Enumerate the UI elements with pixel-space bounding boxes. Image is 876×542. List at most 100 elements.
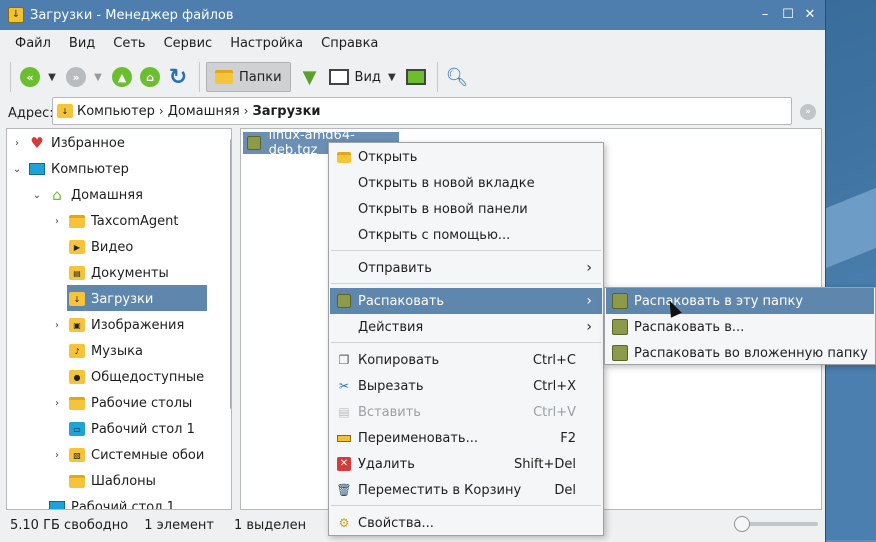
view-mode-dropdown[interactable]: ▼ xyxy=(385,62,399,92)
menu-cut-label: Вырезать xyxy=(358,378,424,394)
expand-icon[interactable]: › xyxy=(51,216,63,227)
video-folder-icon: ▶ xyxy=(69,239,85,255)
folder-tree: › ♥ Избранное ⌄ Компьютер ⌄ ⌂ Домашняя ›… xyxy=(6,128,232,510)
tree-item-computer[interactable]: ⌄ Компьютер xyxy=(11,156,129,182)
filter-button[interactable]: ▼ xyxy=(297,62,323,92)
folder-icon xyxy=(69,213,85,229)
menu-open[interactable]: Открыть xyxy=(330,144,602,170)
documents-folder-icon: ▤ xyxy=(69,265,85,281)
tree-item-downloads[interactable]: › ↓ Загрузки xyxy=(51,286,153,312)
maximize-icon[interactable]: ☐ xyxy=(779,6,797,24)
menu-actions[interactable]: Действия › xyxy=(330,314,602,340)
reload-button[interactable]: ↻ xyxy=(165,62,191,92)
tree-scrollbar[interactable] xyxy=(230,139,231,409)
search-button[interactable]: 🔍︎ xyxy=(444,62,470,92)
rename-icon xyxy=(336,430,352,446)
tree-item-label: Музыка xyxy=(91,343,143,359)
tree-item-images[interactable]: › ▣ Изображения xyxy=(51,312,184,338)
expand-icon[interactable]: › xyxy=(51,398,63,409)
go-button[interactable]: » xyxy=(800,104,816,120)
folder-icon xyxy=(215,70,233,84)
shortcut-delete: Shift+Del xyxy=(513,456,576,472)
cut-icon: ✂ xyxy=(338,379,350,393)
tree-item-desktop-1-root[interactable]: Рабочий стол 1 xyxy=(31,494,175,509)
zoom-slider-track[interactable] xyxy=(738,522,818,526)
view-mode-button[interactable]: Вид xyxy=(325,62,385,92)
forward-history-dropdown[interactable]: ▼ xyxy=(91,62,105,92)
close-icon[interactable]: ✕ xyxy=(801,6,819,24)
home-button[interactable]: ⌂ xyxy=(137,62,163,92)
go-icon: » xyxy=(805,107,811,117)
menu-rename[interactable]: Переименовать... F2 xyxy=(330,425,602,451)
home-icon: ⌂ xyxy=(52,186,62,204)
menu-copy[interactable]: ❐ Копировать Ctrl+C xyxy=(330,347,602,373)
collapse-icon[interactable]: ⌄ xyxy=(11,164,23,175)
submenu-arrow-icon: › xyxy=(586,319,592,335)
tree-item-label: Рабочий стол 1 xyxy=(91,421,195,437)
folders-toggle-button[interactable]: Папки xyxy=(206,62,291,92)
tree-item-desktop-1[interactable]: ▭ Рабочий стол 1 xyxy=(51,416,195,442)
address-breadcrumb[interactable]: ↓ Компьютер › Домашняя › Загрузки xyxy=(52,97,792,125)
wallpaper-folder-icon: ▧ xyxy=(69,447,85,463)
back-history-dropdown[interactable]: ▼ xyxy=(45,62,59,92)
menu-cut[interactable]: ✂ Вырезать Ctrl+X xyxy=(330,373,602,399)
forward-icon: » xyxy=(66,67,86,87)
back-button[interactable]: « xyxy=(17,62,43,92)
menu-open-new-tab-label: Открыть в новой вкладке xyxy=(358,175,535,191)
crumb-home[interactable]: Домашняя xyxy=(168,104,240,119)
menu-view[interactable]: Вид xyxy=(60,36,104,51)
menu-help[interactable]: Справка xyxy=(312,36,387,51)
menu-settings[interactable]: Настройка xyxy=(221,36,312,51)
collapse-icon[interactable]: ⌄ xyxy=(31,190,43,201)
menu-open-with[interactable]: Открыть с помощью... xyxy=(330,222,602,248)
tree-item-taxcomagent[interactable]: › TaxcomAgent xyxy=(51,208,178,234)
menu-extract-here[interactable]: Распаковать в эту папку xyxy=(606,288,874,314)
up-button[interactable]: ▲ xyxy=(109,62,135,92)
free-space: 5.10 ГБ свободно xyxy=(10,517,129,533)
tree-item-templates[interactable]: Шаблоны xyxy=(51,468,156,494)
menu-extract-to[interactable]: Распаковать в... xyxy=(606,314,874,340)
tree-item-wallpapers[interactable]: › ▧ Системные обои xyxy=(51,442,204,468)
menu-properties[interactable]: ⚙ Свойства... xyxy=(330,510,602,536)
menu-open-new-panel[interactable]: Открыть в новой панели xyxy=(330,196,602,222)
menu-send-to[interactable]: Отправить › xyxy=(330,255,602,281)
tree-item-video[interactable]: ▶ Видео xyxy=(51,234,133,260)
menu-extract-subfolder[interactable]: Распаковать во вложенную папку xyxy=(606,340,874,366)
menu-delete[interactable]: ✕ Удалить Shift+Del xyxy=(330,451,602,477)
menu-move-to-trash[interactable]: 🗑︎ Переместить в Корзину Del xyxy=(330,477,602,503)
crumb-downloads[interactable]: Загрузки xyxy=(252,104,320,119)
expand-icon[interactable]: › xyxy=(51,450,63,461)
tree-item-music[interactable]: ♪ Музыка xyxy=(51,338,143,364)
menu-open-new-tab[interactable]: Открыть в новой вкладке xyxy=(330,170,602,196)
expand-icon[interactable]: › xyxy=(11,138,23,149)
app-icon: ↓ xyxy=(8,7,24,23)
menu-file[interactable]: Файл xyxy=(6,36,60,51)
expand-icon[interactable]: › xyxy=(51,294,63,305)
menu-extract[interactable]: Распаковать › xyxy=(330,288,602,314)
up-arrow-icon: ▲ xyxy=(112,67,132,87)
tree-item-label: Изображения xyxy=(91,317,185,333)
tree-item-label: Домашняя xyxy=(71,187,143,203)
tree-item-public[interactable]: ● Общедоступные xyxy=(51,364,204,390)
zoom-slider-handle[interactable] xyxy=(734,516,750,532)
paste-icon: ▤ xyxy=(338,405,350,419)
menu-paste[interactable]: ▤ Вставить Ctrl+V xyxy=(330,399,602,425)
minimize-icon[interactable]: – xyxy=(756,6,774,24)
search-icon: 🔍︎ xyxy=(445,66,469,88)
tree-item-documents[interactable]: ▤ Документы xyxy=(51,260,169,286)
crumb-computer[interactable]: Компьютер xyxy=(77,104,155,119)
images-folder-icon: ▣ xyxy=(69,317,85,333)
copy-icon: ❐ xyxy=(338,353,350,367)
tree-item-home[interactable]: ⌄ ⌂ Домашняя xyxy=(31,182,143,208)
reload-icon: ↻ xyxy=(168,64,188,90)
tree-item-favorites[interactable]: › ♥ Избранное xyxy=(11,130,125,156)
menu-network[interactable]: Сеть xyxy=(104,36,154,51)
menu-tools[interactable]: Сервис xyxy=(155,36,222,51)
expand-icon[interactable]: › xyxy=(51,320,63,331)
downloads-folder-icon: ↓ xyxy=(69,291,85,307)
title-bar[interactable]: ↓ Загрузки - Менеджер файлов – ☐ ✕ xyxy=(0,0,825,30)
split-view-button[interactable] xyxy=(403,62,429,92)
forward-button[interactable]: » xyxy=(63,62,89,92)
tree-item-label: Документы xyxy=(91,265,169,281)
tree-item-desktops[interactable]: › Рабочие столы xyxy=(51,390,192,416)
